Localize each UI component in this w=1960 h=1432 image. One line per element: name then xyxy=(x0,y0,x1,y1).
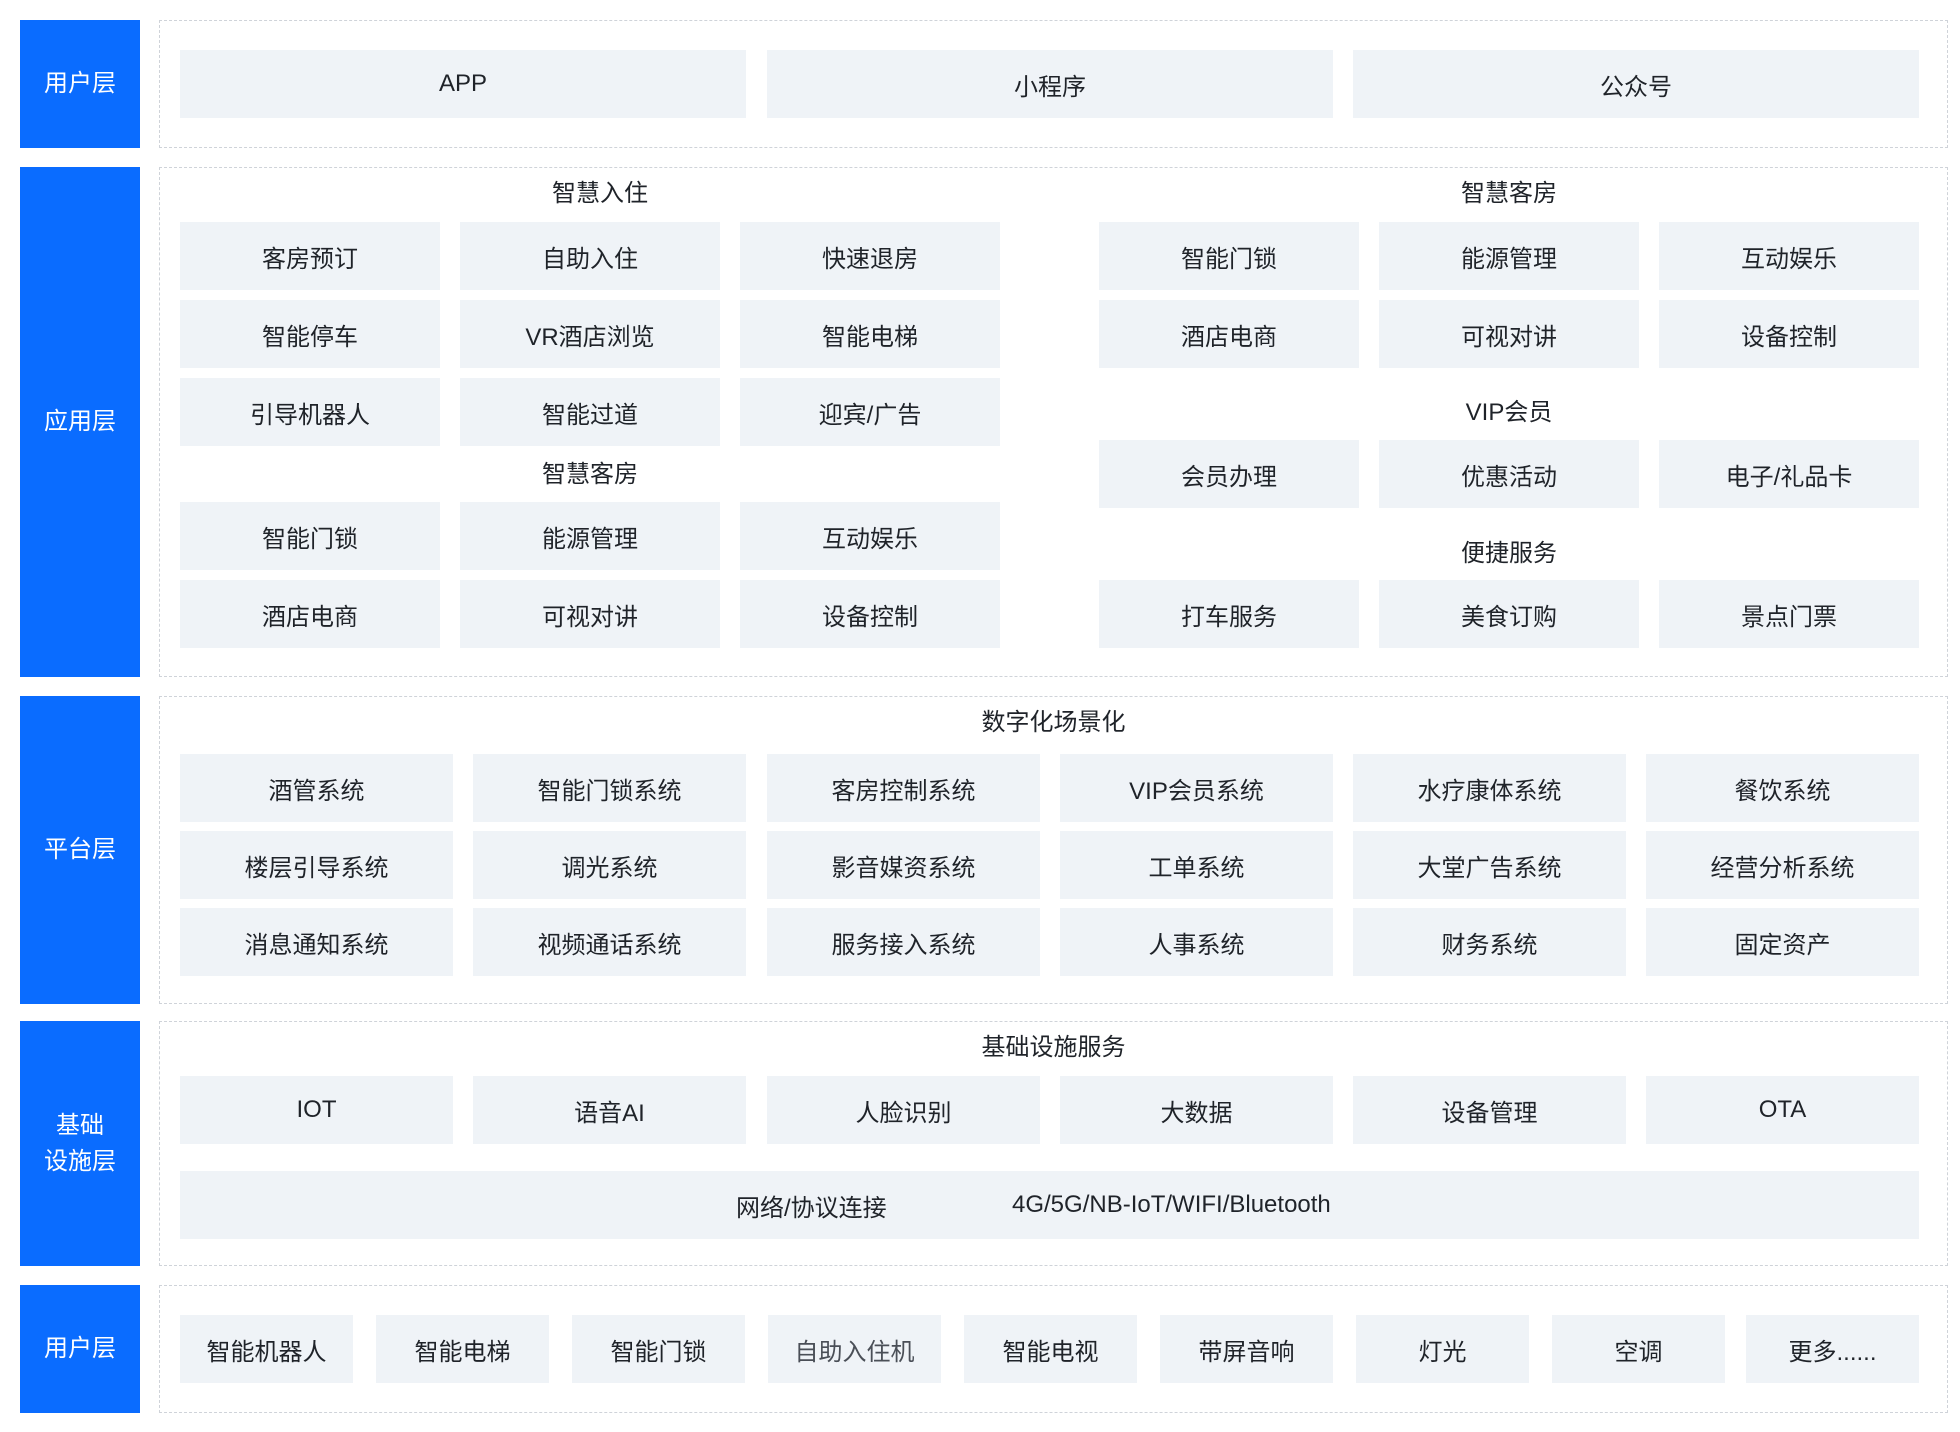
platform-system-item: 经营分析系统 xyxy=(1646,831,1919,899)
app-item: 美食订购 xyxy=(1379,580,1639,648)
app-item: 智能过道 xyxy=(460,378,720,446)
app-item: 可视对讲 xyxy=(1379,300,1639,368)
device-item: 智能门锁 xyxy=(572,1315,745,1383)
platform-system-item: 楼层引导系统 xyxy=(180,831,453,899)
platform-system-item: 餐饮系统 xyxy=(1646,754,1919,822)
app-item: 会员办理 xyxy=(1099,440,1359,508)
platform-system-item: 工单系统 xyxy=(1060,831,1333,899)
infra-service-item: IOT xyxy=(180,1076,453,1144)
device-item: 更多...... xyxy=(1746,1315,1919,1383)
app-item: 智能电梯 xyxy=(740,300,1000,368)
app-layer-label: 应用层 xyxy=(20,167,140,677)
platform-system-item: 客房控制系统 xyxy=(767,754,1040,822)
platform-layer-row: 平台层 数字化场景化 酒管系统 智能门锁系统 客房控制系统 VIP会员系统 水疗… xyxy=(20,696,1948,1004)
app-item: 电子/礼品卡 xyxy=(1659,440,1919,508)
infra-service-item: 语音AI xyxy=(473,1076,746,1144)
infra-layer-title: 基础设施服务 xyxy=(981,1034,1126,1061)
platform-system-item: 调光系统 xyxy=(473,831,746,899)
app-item: 景点门票 xyxy=(1659,580,1919,648)
device-item: 灯光 xyxy=(1356,1315,1529,1383)
device-item: 智能电梯 xyxy=(376,1315,549,1383)
app-item: 智能停车 xyxy=(180,300,440,368)
platform-system-item: 固定资产 xyxy=(1646,908,1919,976)
user-channel-app: APP xyxy=(180,50,746,118)
app-item: 打车服务 xyxy=(1099,580,1359,648)
platform-system-item: 人事系统 xyxy=(1060,908,1333,976)
device-layer-label: 用户层 xyxy=(20,1285,140,1413)
app-item: 设备控制 xyxy=(740,580,1000,648)
app-item: 优惠活动 xyxy=(1379,440,1639,508)
app-layer-row: 应用层 智慧入住 客房预订 自助入住 快速退房 智能停车 VR酒店浏览 智能电梯… xyxy=(20,167,1948,677)
infra-service-item: OTA xyxy=(1646,1076,1919,1144)
platform-system-item: 影音媒资系统 xyxy=(767,831,1040,899)
platform-system-item: 酒管系统 xyxy=(180,754,453,822)
device-item: 带屏音响 xyxy=(1160,1315,1333,1383)
network-connection-bar: 网络/协议连接 4G/5G/NB-IoT/WIFI/Bluetooth xyxy=(180,1171,1919,1239)
platform-system-item: 财务系统 xyxy=(1353,908,1626,976)
app-item: 设备控制 xyxy=(1659,300,1919,368)
app-right-group3-title: 便捷服务 xyxy=(1461,540,1557,567)
app-item: 能源管理 xyxy=(460,502,720,570)
platform-system-item: 消息通知系统 xyxy=(180,908,453,976)
app-item: 智能门锁 xyxy=(180,502,440,570)
infra-layer-row: 基础 设施层 基础设施服务 IOT 语音AI 人脸识别 大数据 设备管理 OTA… xyxy=(20,1021,1948,1266)
app-item: 客房预订 xyxy=(180,222,440,290)
app-left-group2-title: 智慧客房 xyxy=(542,461,638,488)
device-layer-row: 用户层 智能机器人 智能电梯 智能门锁 自助入住机 智能电视 带屏音响 灯光 空… xyxy=(20,1285,1948,1413)
infra-service-item: 大数据 xyxy=(1060,1076,1333,1144)
platform-system-item: 服务接入系统 xyxy=(767,908,1040,976)
app-item: 互动娱乐 xyxy=(1659,222,1919,290)
user-layer-row: 用户层 APP 小程序 公众号 xyxy=(20,20,1948,148)
platform-layer-title: 数字化场景化 xyxy=(981,709,1126,736)
app-item: 互动娱乐 xyxy=(740,502,1000,570)
platform-system-item: 大堂广告系统 xyxy=(1353,831,1626,899)
infra-service-item: 设备管理 xyxy=(1353,1076,1626,1144)
network-protocols: 4G/5G/NB-IoT/WIFI/Bluetooth xyxy=(1012,1191,1331,1218)
app-item: 自助入住 xyxy=(460,222,720,290)
app-right-group1-title: 智慧客房 xyxy=(1461,180,1557,207)
device-item: 空调 xyxy=(1552,1315,1725,1383)
app-item: VR酒店浏览 xyxy=(460,300,720,368)
app-item: 引导机器人 xyxy=(180,378,440,446)
device-item: 智能机器人 xyxy=(180,1315,353,1383)
platform-system-item: 视频通话系统 xyxy=(473,908,746,976)
app-left-group1-title: 智慧入住 xyxy=(552,180,648,207)
app-item: 酒店电商 xyxy=(1099,300,1359,368)
user-channel-official-account: 公众号 xyxy=(1353,50,1919,118)
app-item: 智能门锁 xyxy=(1099,222,1359,290)
platform-system-item: 水疗康体系统 xyxy=(1353,754,1626,822)
app-item: 快速退房 xyxy=(740,222,1000,290)
infra-layer-label: 基础 设施层 xyxy=(20,1021,140,1266)
app-item: 迎宾/广告 xyxy=(740,378,1000,446)
user-channel-miniprogram: 小程序 xyxy=(767,50,1333,118)
device-item: 自助入住机 xyxy=(768,1315,941,1383)
app-right-group2-title: VIP会员 xyxy=(1465,399,1553,426)
platform-system-item: VIP会员系统 xyxy=(1060,754,1333,822)
platform-layer-label: 平台层 xyxy=(20,696,140,1004)
app-item: 酒店电商 xyxy=(180,580,440,648)
network-connection-label: 网络/协议连接 xyxy=(736,1194,887,1222)
platform-system-item: 智能门锁系统 xyxy=(473,754,746,822)
app-item: 能源管理 xyxy=(1379,222,1639,290)
infra-service-item: 人脸识别 xyxy=(767,1076,1040,1144)
app-item: 可视对讲 xyxy=(460,580,720,648)
device-item: 智能电视 xyxy=(964,1315,1137,1383)
user-layer-label: 用户层 xyxy=(20,20,140,148)
